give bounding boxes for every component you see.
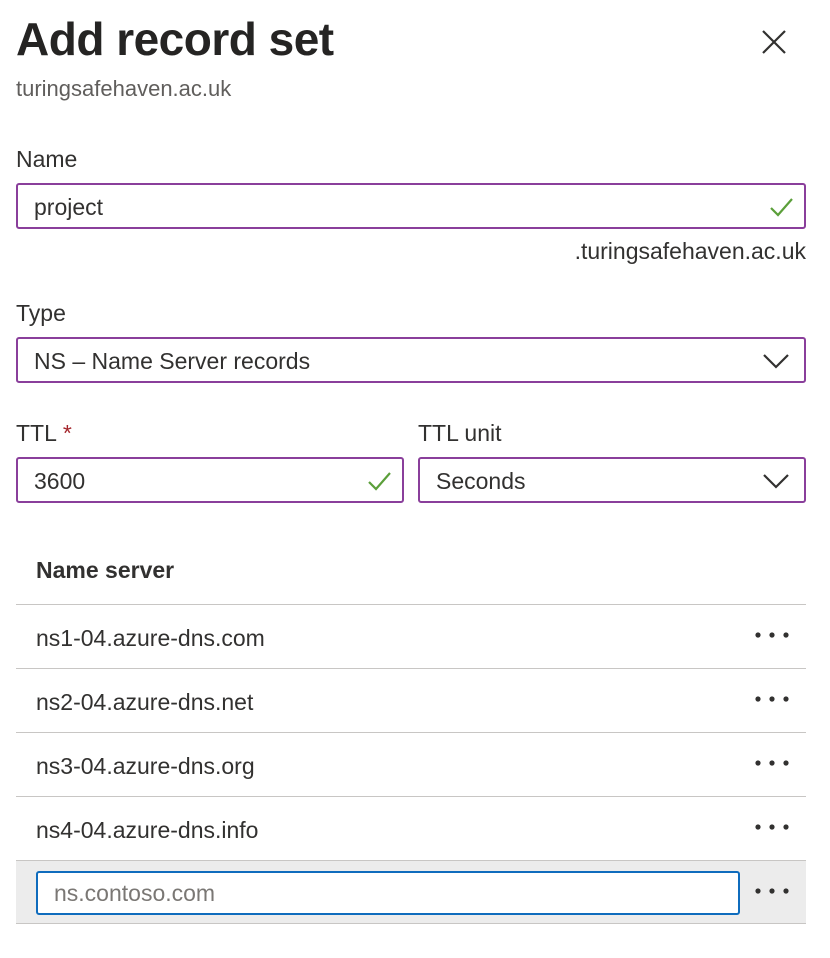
name-server-value: ns1-04.azure-dns.com — [36, 625, 265, 651]
ttl-unit-value: Seconds — [436, 468, 526, 494]
valid-check-icon — [368, 472, 391, 491]
page-title: Add record set — [16, 13, 334, 65]
chevron-down-icon — [763, 474, 789, 489]
ttl-input[interactable]: 3600 — [16, 457, 404, 503]
ttl-unit-label: TTL unit — [418, 420, 502, 446]
name-server-value: ns3-04.azure-dns.org — [36, 753, 255, 779]
zone-subtitle: turingsafehaven.ac.uk — [16, 76, 232, 101]
ttl-value: 3600 — [34, 468, 86, 494]
name-server-value: ns4-04.azure-dns.info — [36, 817, 259, 843]
name-input[interactable]: project — [16, 183, 806, 229]
required-marker: * — [62, 420, 72, 446]
table-row: ns4-04.azure-dns.info — [16, 796, 806, 860]
chevron-down-icon — [763, 354, 789, 369]
name-server-list: ns1-04.azure-dns.com ns2-04.azure-dns.ne… — [16, 604, 806, 924]
type-label: Type — [16, 300, 66, 326]
close-button[interactable] — [754, 22, 794, 62]
close-icon — [762, 30, 786, 54]
ttl-unit-select[interactable]: Seconds — [418, 457, 806, 503]
more-options-icon[interactable] — [752, 625, 792, 645]
type-value: NS – Name Server records — [34, 348, 311, 374]
name-suffix: .turingsafehaven.ac.uk — [574, 238, 806, 264]
name-label: Name — [16, 146, 78, 172]
ttl-label-text: TTL — [16, 420, 57, 446]
add-record-set-panel: Add record set turingsafehaven.ac.uk Nam… — [0, 0, 830, 958]
table-row: ns1-04.azure-dns.com — [16, 604, 806, 668]
more-options-icon[interactable] — [752, 817, 792, 837]
more-options-icon[interactable] — [752, 689, 792, 709]
more-options-icon[interactable] — [752, 881, 792, 901]
table-row: ns2-04.azure-dns.net — [16, 668, 806, 732]
type-select[interactable]: NS – Name Server records — [16, 337, 806, 383]
table-row: ns3-04.azure-dns.org — [16, 732, 806, 796]
new-name-server-row — [16, 860, 806, 924]
name-server-column-header: Name server — [36, 557, 175, 583]
valid-check-icon — [770, 198, 793, 217]
more-options-icon[interactable] — [752, 753, 792, 773]
name-server-value: ns2-04.azure-dns.net — [36, 689, 254, 715]
new-name-server-input[interactable] — [36, 871, 740, 915]
name-value: project — [34, 194, 104, 220]
ttl-label: TTL * — [16, 420, 72, 447]
